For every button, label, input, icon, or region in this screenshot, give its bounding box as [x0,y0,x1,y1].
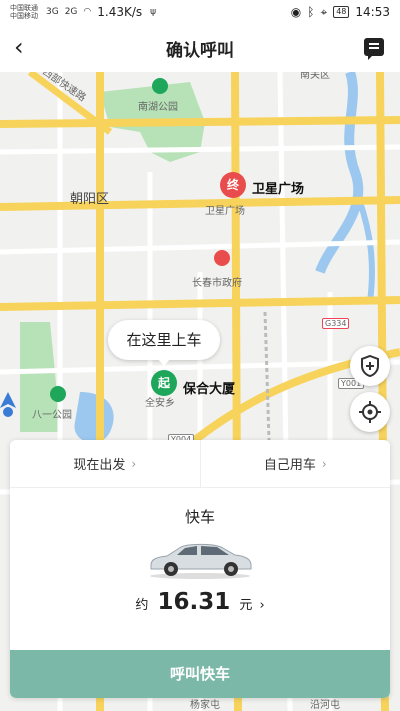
safety-shield-button[interactable] [350,346,390,386]
usb-icon: ψ [150,7,157,17]
chevron-right-icon: › [259,598,265,613]
message-icon[interactable] [364,38,384,60]
battery-indicator: 48 [333,6,350,18]
gov-poi-icon [214,250,230,266]
locate-button[interactable] [350,392,390,432]
car-image [150,543,252,579]
signal-2: 2G [64,7,78,17]
rider-label: 自己用车 [263,458,316,473]
label-satellite-square: 卫星广场 [205,206,245,217]
destination-name: 卫星广场 [252,182,305,197]
label-north-area: 南关区 [300,72,330,81]
label-city-gov: 长春市政府 [192,278,242,289]
wifi-icon: ◠ [83,7,92,17]
network-speed: 1.43K/s [97,5,143,19]
clock: 14:53 [355,5,390,19]
carrier-1: 中国联通 [10,4,38,12]
location-icon: ⌖ [320,4,328,19]
park-bayi-poi-icon [50,386,66,402]
current-location-icon [0,392,16,417]
status-bar: 中国联通 中国移动 3G 2G ◠ 1.43K/s ψ ◉ ᛒ ⌖ 48 14:… [0,0,400,24]
carrier-2: 中国移动 [10,12,38,20]
water-lake [74,392,114,443]
road-code-g334: G334 [322,318,350,329]
depart-time-label: 现在出发 [73,458,126,473]
main-road-h1 [0,116,400,128]
chevron-right-icon: › [321,456,327,471]
label-park-bayi: 八一公园 [32,410,72,421]
start-name: 保合大厦 [183,382,236,397]
call-car-button[interactable]: 呼叫快车 [10,650,390,698]
status-right: ◉ ᛒ ⌖ 48 14:53 [291,5,390,20]
label-park-nanhu: 南湖公园 [138,102,178,113]
nav-bar: ‹ 确认呼叫 [0,24,400,72]
label-yangjiatun: 杨家屯 [190,700,220,711]
car-type-title: 快车 [184,508,215,526]
signal-1: 3G [46,7,59,17]
label-yanhetun: 沿河屯 [310,700,340,711]
eye-icon: ◉ [290,5,302,19]
chevron-right-icon: › [131,456,137,471]
start-pin-icon[interactable]: 起 [151,370,177,396]
shield-icon [361,354,379,378]
price-value: 16.31 [157,589,231,615]
park-poi-icon [152,78,168,94]
price-estimate[interactable]: 约 16.31 元 › [10,589,390,615]
rider-option[interactable]: 自己用车 › [199,440,391,487]
back-arrow-icon[interactable]: ‹ [14,35,38,60]
water-east [357,201,375,303]
locate-icon [359,401,381,423]
ride-panel: 现在出发 › 自己用车 › 快车 约 16.31 元 › 呼叫快车 [10,440,390,698]
price-prefix: 约 [135,598,149,613]
options-row: 现在出发 › 自己用车 › [10,440,390,488]
page-title: 确认呼叫 [166,40,234,61]
label-district: 朝阳区 [70,192,110,207]
pickup-bubble[interactable]: 在这里上车 [108,320,220,366]
start-sub-label: 全安乡 [145,398,175,409]
bluetooth-icon: ᛒ [307,5,315,19]
destination-pin-icon[interactable]: 终 [220,172,246,198]
price-unit: 元 [239,598,253,613]
carrier-info: 中国联通 中国移动 [10,4,38,20]
depart-time-option[interactable]: 现在出发 › [10,440,200,487]
